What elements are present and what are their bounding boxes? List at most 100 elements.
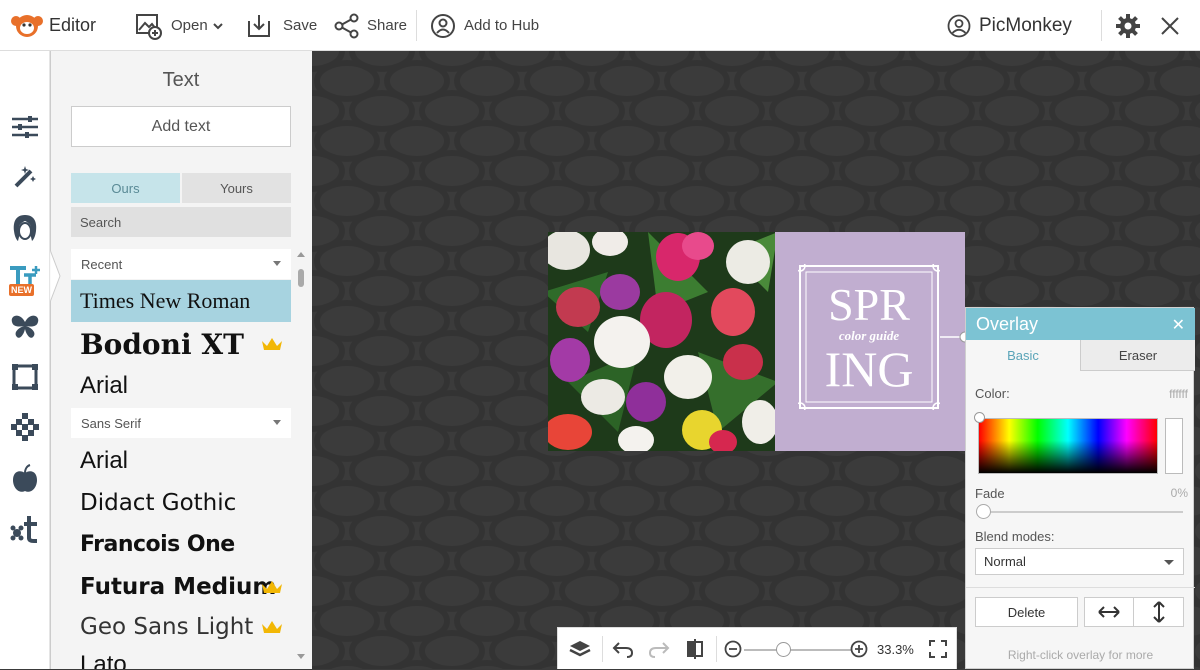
font-name: Arial [80,372,129,399]
text-panel: Text Add text Ours Yours Recent Times Ne… [50,51,312,669]
sans-serif-category-dropdown[interactable]: Sans Serif [71,408,291,438]
butterfly-icon [11,315,39,338]
zoom-out-button[interactable] [722,628,744,670]
caret-down-icon [273,261,281,266]
color-spectrum-picker[interactable] [978,418,1158,474]
zoom-out-icon [724,640,742,658]
font-item-times-new-roman[interactable]: Times New Roman [71,280,291,322]
font-item-lato[interactable]: Lato [80,653,127,670]
save-button[interactable]: Save [246,0,317,51]
layers-button[interactable] [562,628,598,670]
undo-icon [612,642,634,658]
close-editor-button[interactable] [1160,0,1180,51]
toolbar-divider [716,636,717,662]
overlay-dialog: Overlay ✕ Basic Eraser Color: ffffff Fad… [965,307,1195,669]
themes-icon [10,516,37,543]
app-title: Editor [49,15,97,35]
font-name: Geo Sans Light [80,614,254,640]
fade-value: 0% [1170,486,1188,500]
tab-ours[interactable]: Ours [71,173,180,203]
color-hex-value[interactable]: ffffff [1169,387,1188,401]
close-icon [1161,16,1179,35]
blend-modes-label: Blend modes: [975,529,1055,544]
settings-button[interactable] [1115,0,1141,51]
scroll-thumb[interactable] [298,269,304,287]
rail-themes[interactable] [0,508,50,548]
redo-button[interactable] [644,628,674,670]
share-icon [334,13,359,38]
fullscreen-button[interactable] [924,628,952,670]
share-label: Share [367,17,408,34]
rail-effects[interactable] [0,157,50,197]
rail-overlays[interactable] [0,307,50,347]
zoom-slider-knob[interactable] [776,642,791,657]
font-item-bodoni-xt[interactable]: Bodoni XT [71,323,291,365]
rail-textures[interactable] [0,407,50,447]
font-item-arial-recent[interactable]: Arial [71,365,291,407]
blend-mode-value: Normal [984,554,1026,569]
font-name: Didact Gothic [80,490,237,516]
font-name: Francois One [80,531,235,557]
delete-button[interactable]: Delete [975,597,1078,627]
font-item-geo-sans-light[interactable]: Geo Sans Light [71,606,291,648]
rail-frames[interactable] [0,357,50,397]
texture-icon [11,413,39,441]
undo-button[interactable] [608,628,638,670]
panel-pointer [50,51,61,669]
category-label: Sans Serif [81,415,141,431]
share-button[interactable]: Share [334,0,407,51]
fade-label: Fade [975,486,1005,501]
compare-icon [687,639,703,659]
tab-yours[interactable]: Yours [182,173,291,203]
account-name: PicMonkey [979,14,1072,36]
open-label: Open [171,17,208,34]
flip-horizontal-icon [1098,606,1120,618]
rail-basic-edits[interactable] [0,107,50,147]
font-item-arial[interactable]: Arial [71,440,291,482]
new-badge: NEW [9,284,34,296]
scroll-down-icon [297,654,305,659]
blend-mode-select[interactable]: Normal [975,548,1184,575]
zoom-in-icon [850,640,868,658]
download-icon [248,14,270,37]
caret-down-icon [1164,560,1174,565]
font-item-futura-medium[interactable]: Futura Medium [71,566,291,608]
overlay-hint: Right-click overlay for more [1007,648,1154,662]
flip-horizontal-button[interactable] [1084,597,1134,627]
compare-button[interactable] [680,628,710,670]
save-label: Save [283,17,318,34]
overlay-dialog-header[interactable]: Overlay ✕ [966,308,1195,340]
color-picker-knob[interactable] [974,412,985,423]
font-item-francois-one[interactable]: Francois One [71,523,291,565]
rail-seasonal[interactable] [0,459,50,499]
tab-eraser[interactable]: Eraser [1080,340,1195,371]
flip-vertical-icon [1152,601,1165,623]
zoom-slider-track[interactable] [744,649,852,651]
spring-text-overlay[interactable]: SPR color guide ING [798,264,940,410]
color-label: Color: [975,386,1010,401]
adjust-sliders-icon [12,116,38,138]
add-to-hub-button[interactable]: Add to Hub [430,0,539,51]
editor-logo[interactable]: Editor [11,0,96,51]
zoom-in-button[interactable] [848,628,870,670]
close-icon[interactable]: ✕ [1172,315,1185,335]
recent-category-dropdown[interactable]: Recent [71,249,291,279]
hub-icon [431,13,455,38]
chevron-down-icon [212,22,223,29]
font-item-didact-gothic[interactable]: Didact Gothic [71,482,291,524]
add-to-hub-label: Add to Hub [464,17,540,34]
tab-basic[interactable]: Basic [966,340,1080,371]
rail-touch-up[interactable] [0,208,50,248]
font-search-input[interactable] [71,207,291,237]
fade-slider-track[interactable] [978,511,1183,513]
fade-slider-knob[interactable] [976,504,991,519]
overlay-text-spr: SPR [828,279,910,330]
account-button[interactable]: PicMonkey [947,0,1072,51]
fullscreen-icon [929,640,947,658]
flip-vertical-button[interactable] [1134,597,1184,627]
font-list-scrollbar[interactable] [295,249,307,664]
overlay-text-ing: ING [824,341,914,397]
add-text-button[interactable]: Add text [71,106,291,147]
open-button[interactable]: Open [135,0,224,51]
tool-rail: NEW [0,51,50,669]
